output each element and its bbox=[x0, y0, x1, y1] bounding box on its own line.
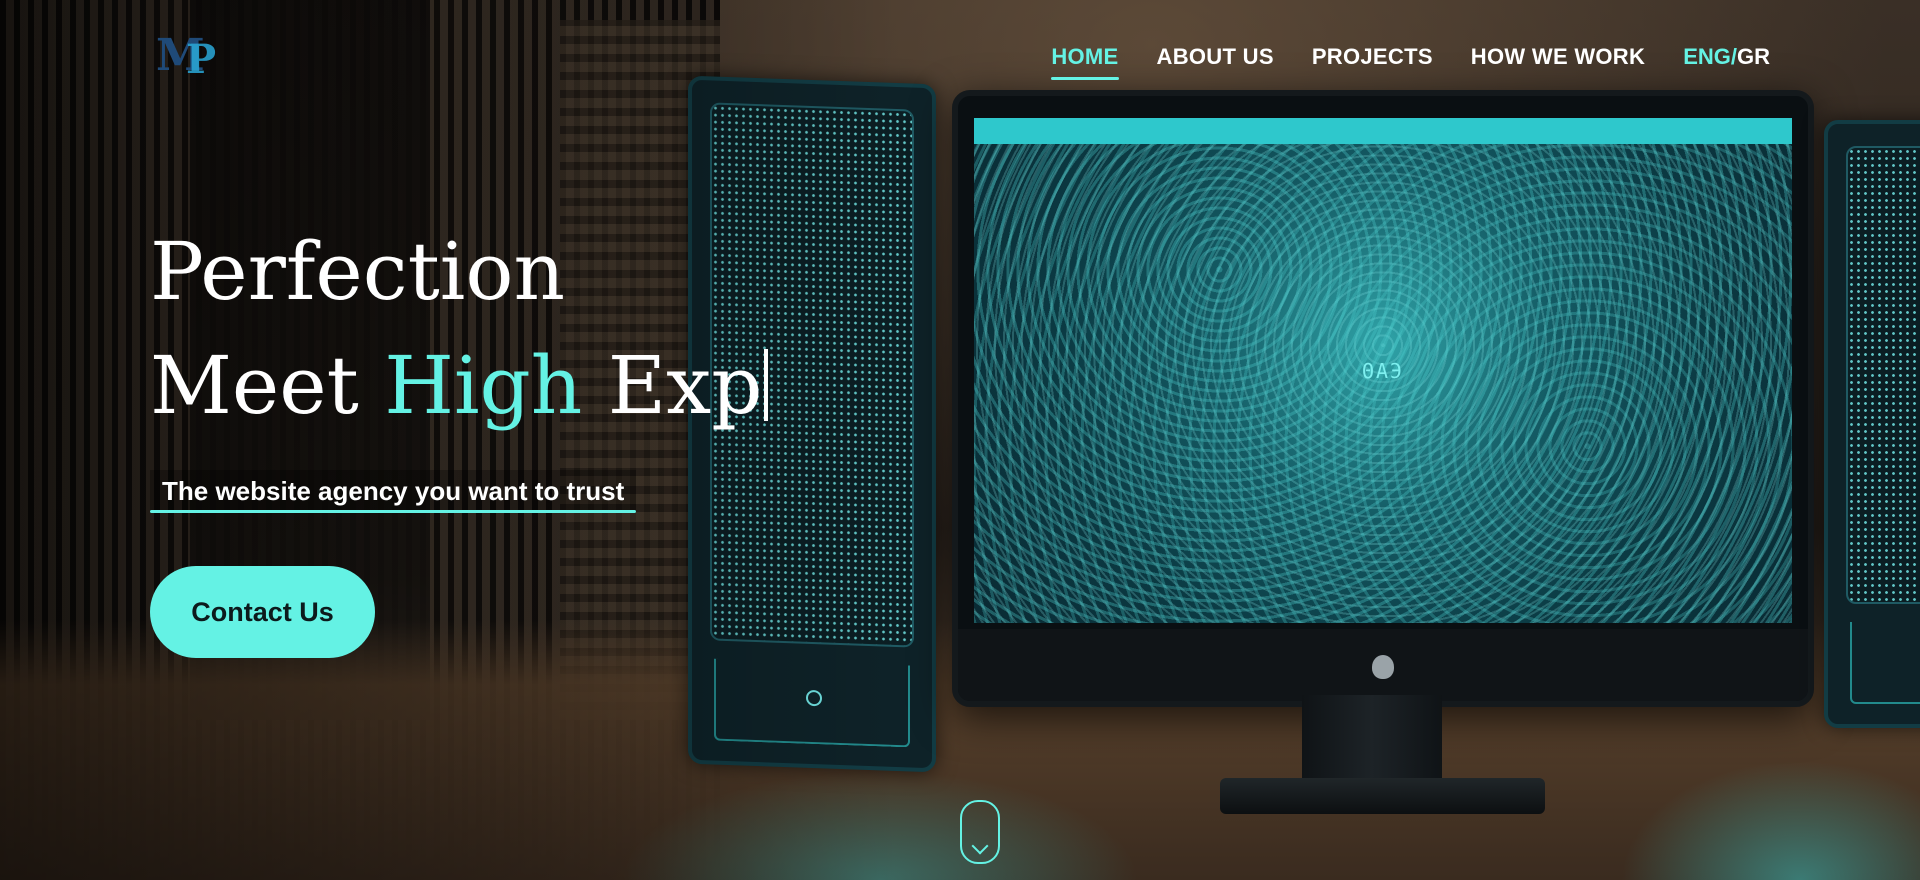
nav-item-how-we-work[interactable]: HOW WE WORK bbox=[1471, 44, 1645, 70]
headline-typing-text: Exp bbox=[607, 339, 763, 432]
headline-highlight: High bbox=[384, 339, 583, 432]
monitor: ΘΑЭ bbox=[952, 90, 1814, 707]
hero-headline: Perfection Meet High Exp bbox=[150, 225, 769, 426]
typing-cursor bbox=[764, 349, 769, 421]
language-gr[interactable]: GR bbox=[1737, 44, 1770, 70]
logo-letter-p: P bbox=[186, 36, 217, 83]
language-eng[interactable]: ENG bbox=[1683, 44, 1731, 70]
nav-item-home[interactable]: HOME bbox=[1051, 44, 1119, 80]
speaker-base bbox=[1850, 622, 1920, 704]
speaker-right bbox=[1824, 120, 1920, 728]
nav-item-projects[interactable]: PROJECTS bbox=[1312, 44, 1433, 70]
monitor-foot bbox=[1220, 778, 1545, 814]
contact-us-button[interactable]: Contact Us bbox=[150, 566, 375, 658]
headline-line-1: Perfection bbox=[150, 225, 565, 318]
tagline: The website agency you want to trust bbox=[150, 470, 637, 513]
site-logo[interactable]: M P bbox=[156, 30, 228, 83]
headline-line-2: Meet High Exp bbox=[150, 346, 769, 426]
monitor-chin bbox=[958, 629, 1808, 701]
screen-label: ΘΑЭ bbox=[1361, 358, 1405, 383]
screen-topbar bbox=[974, 118, 1792, 144]
scroll-down-indicator[interactable] bbox=[960, 800, 1000, 864]
main-nav: HOME ABOUT US PROJECTS HOW WE WORK ENG /… bbox=[1051, 44, 1770, 80]
chevron-down-icon bbox=[971, 837, 989, 855]
headline-word-meet: Meet bbox=[150, 339, 359, 432]
monitor-screen: ΘΑЭ bbox=[974, 118, 1792, 623]
apple-logo-icon bbox=[1372, 655, 1394, 679]
speaker-grille bbox=[1846, 146, 1920, 604]
tagline-underline bbox=[150, 510, 636, 513]
nav-item-about-us[interactable]: ABOUT US bbox=[1157, 44, 1274, 70]
language-switcher: ENG / GR bbox=[1683, 44, 1770, 70]
floor-reflection-right bbox=[1620, 760, 1920, 880]
hero-background: ΘΑЭ bbox=[0, 0, 1920, 880]
hero-shade-overlay bbox=[0, 0, 900, 880]
